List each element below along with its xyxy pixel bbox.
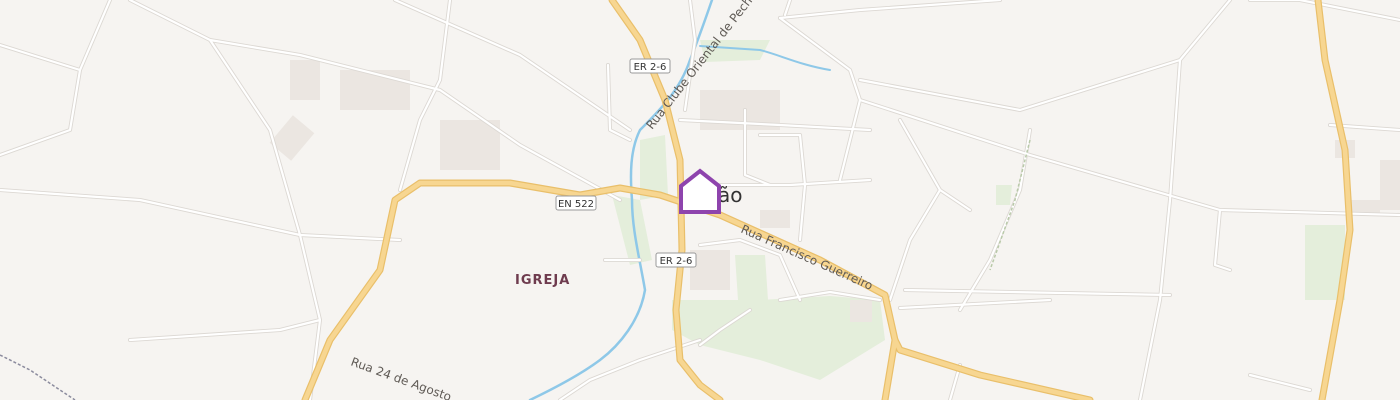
map-canvas[interactable]: Rua Francisco Guerreiro Rua Clube Orient… [0, 0, 1400, 400]
svg-text:ER 2-6: ER 2-6 [634, 62, 667, 73]
svg-text:EN 522: EN 522 [558, 199, 594, 210]
svg-text:ER 2-6: ER 2-6 [660, 256, 693, 267]
shield-er26-south: ER 2-6 [655, 252, 697, 268]
footpaths [0, 139, 1031, 400]
building [850, 300, 872, 322]
building [760, 210, 790, 228]
home-marker-icon[interactable] [679, 168, 721, 214]
green-south-center [735, 255, 768, 300]
shield-en522: EN 522 [555, 195, 597, 211]
building [290, 60, 320, 100]
town-label: ão [718, 183, 743, 207]
field-mid [996, 185, 1012, 205]
building [340, 70, 410, 110]
building [440, 120, 500, 170]
place-label-igreja: IGREJA [515, 273, 570, 288]
building [1380, 160, 1400, 210]
shield-er26-north: ER 2-6 [629, 58, 671, 74]
label-rua-24: Rua 24 de Agosto [349, 355, 453, 400]
buildings [269, 60, 1400, 322]
map-svg: Rua Francisco Guerreiro Rua Clube Orient… [0, 0, 1400, 400]
